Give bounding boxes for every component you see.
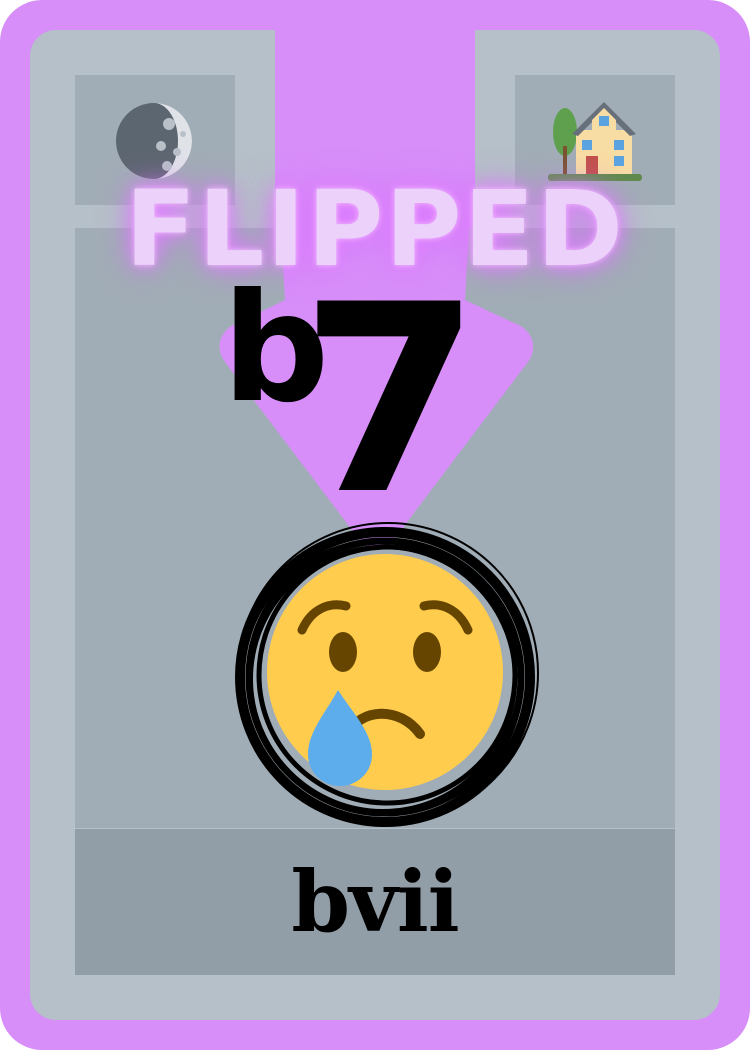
- chord-label-bar: bvii: [75, 828, 675, 975]
- sad-but-relieved-face-icon: [235, 522, 539, 827]
- chord-card: FLIPPED b 7 bvii: [0, 0, 750, 1050]
- numeral-degree: 7: [300, 250, 481, 552]
- chord-name: bvii: [291, 852, 459, 951]
